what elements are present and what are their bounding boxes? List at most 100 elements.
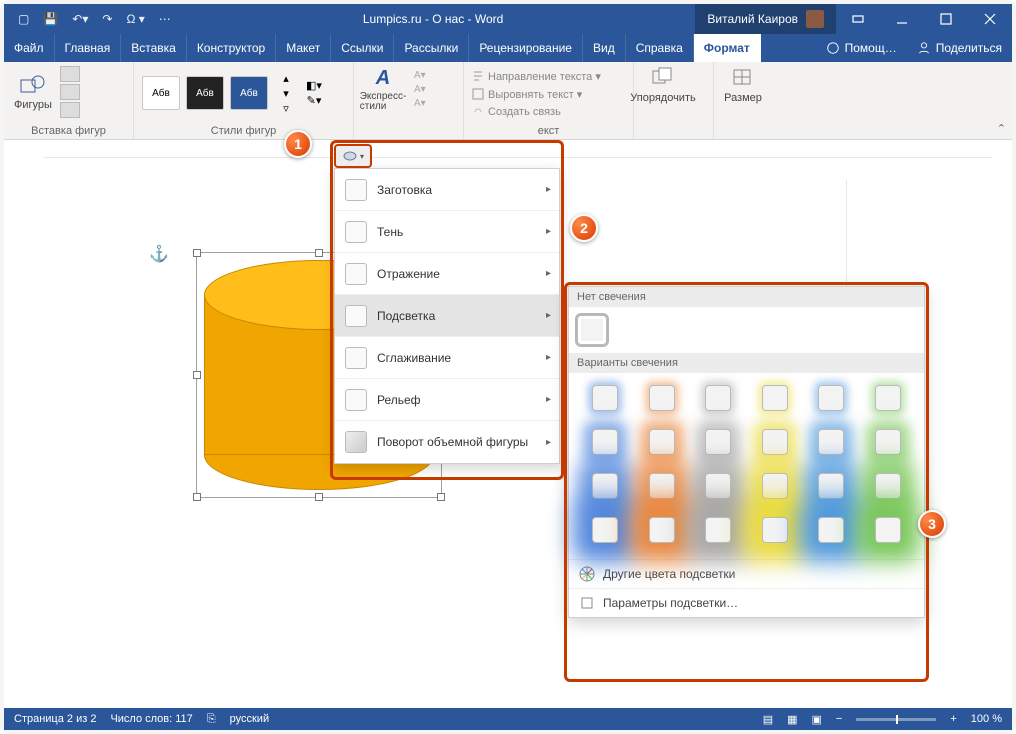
glow-swatch[interactable]: [592, 385, 618, 411]
redo-icon[interactable]: ↷: [102, 12, 112, 26]
glow-swatch[interactable]: [705, 385, 731, 411]
style-more-icon[interactable]: ▿: [278, 102, 294, 114]
no-glow-header: Нет свечения: [569, 287, 924, 307]
shape-effects-button[interactable]: ▾: [334, 144, 372, 168]
glow-swatch[interactable]: [818, 429, 844, 455]
tell-me[interactable]: Помощ…: [816, 34, 907, 62]
glow-swatch[interactable]: [762, 473, 788, 499]
style-scroll-down-icon[interactable]: ▾: [278, 87, 294, 99]
tab-home[interactable]: Главная: [55, 34, 122, 62]
glow-swatch[interactable]: [649, 385, 675, 411]
tab-help[interactable]: Справка: [626, 34, 694, 62]
glow-swatch[interactable]: [762, 429, 788, 455]
edit-shape-stack[interactable]: [60, 66, 80, 118]
menu-3d-rotation[interactable]: Поворот объемной фигуры▸: [335, 421, 559, 463]
menubar: Файл Главная Вставка Конструктор Макет С…: [4, 34, 1012, 62]
arrange-button[interactable]: Упорядочить: [642, 66, 684, 104]
status-words[interactable]: Число слов: 117: [110, 713, 192, 725]
group-label-text: екст: [472, 123, 625, 137]
no-glow-swatch[interactable]: [577, 315, 607, 345]
omega-icon[interactable]: Ω ▾: [126, 12, 144, 26]
glow-swatch[interactable]: [875, 429, 901, 455]
menu-glow[interactable]: Подсветка▸: [335, 295, 559, 337]
glow-swatch[interactable]: [818, 517, 844, 543]
tab-references[interactable]: Ссылки: [331, 34, 394, 62]
save-icon[interactable]: 💾: [43, 12, 58, 26]
more-glow-colors[interactable]: Другие цвета подсветки: [569, 559, 924, 588]
shape-style-2[interactable]: Абв: [186, 76, 224, 110]
ribbon-mode-icon[interactable]: [836, 4, 880, 34]
glow-swatch[interactable]: [649, 429, 675, 455]
glow-swatch[interactable]: [818, 473, 844, 499]
menu-shadow[interactable]: Тень▸: [335, 211, 559, 253]
proofing-icon[interactable]: ⎘: [207, 713, 216, 726]
glow-swatch[interactable]: [649, 473, 675, 499]
close-icon[interactable]: [968, 4, 1012, 34]
tab-mailings[interactable]: Рассылки: [394, 34, 469, 62]
wordart-styles-button[interactable]: A Экспресс-стили: [362, 66, 404, 112]
menu-soft-edges[interactable]: Сглаживание▸: [335, 337, 559, 379]
text-outline-icon[interactable]: A▾: [414, 84, 426, 95]
view-read-icon[interactable]: ▤: [763, 713, 773, 726]
glow-swatch[interactable]: [875, 517, 901, 543]
statusbar: Страница 2 из 2 Число слов: 117 ⎘ русски…: [4, 708, 1012, 730]
glow-swatch[interactable]: [875, 385, 901, 411]
zoom-in-icon[interactable]: +: [950, 713, 956, 725]
menu-bevel[interactable]: Рельеф▸: [335, 379, 559, 421]
create-link-button[interactable]: Создать связь: [472, 104, 625, 120]
tab-view[interactable]: Вид: [583, 34, 626, 62]
group-label-insert: Вставка фигур: [12, 123, 125, 137]
text-fill-icon[interactable]: A▾: [414, 70, 426, 81]
shape-fill-icon[interactable]: ◧▾: [306, 80, 322, 92]
glow-swatch[interactable]: [649, 517, 675, 543]
glow-swatch[interactable]: [818, 385, 844, 411]
glow-swatch[interactable]: [762, 385, 788, 411]
align-text-button[interactable]: Выровнять текст ▾: [472, 86, 625, 102]
glow-options[interactable]: Параметры подсветки…: [569, 588, 924, 617]
text-direction-button[interactable]: Направление текста ▾: [472, 68, 625, 84]
autosave-icon[interactable]: ▢: [18, 12, 29, 26]
ruler[interactable]: [44, 140, 992, 158]
shape-style-1[interactable]: Абв: [142, 76, 180, 110]
zoom-value[interactable]: 100 %: [971, 713, 1002, 725]
step-badge-3: 3: [918, 510, 946, 538]
shape-outline-icon[interactable]: ✎▾: [306, 95, 322, 107]
tab-file[interactable]: Файл: [4, 34, 55, 62]
view-print-icon[interactable]: ▦: [787, 713, 797, 726]
glow-swatch[interactable]: [705, 429, 731, 455]
glow-swatch[interactable]: [705, 473, 731, 499]
collapse-ribbon-icon[interactable]: ⌃: [997, 122, 1006, 135]
status-language[interactable]: русский: [230, 713, 269, 725]
share-button[interactable]: Поделиться: [907, 34, 1012, 62]
qat-more-icon[interactable]: ⋯: [159, 12, 171, 26]
status-page[interactable]: Страница 2 из 2: [14, 713, 96, 725]
minimize-icon[interactable]: [880, 4, 924, 34]
glow-swatch[interactable]: [705, 517, 731, 543]
glow-swatch[interactable]: [592, 517, 618, 543]
glow-swatch[interactable]: [592, 473, 618, 499]
tab-insert[interactable]: Вставка: [121, 34, 187, 62]
view-web-icon[interactable]: ▣: [812, 713, 822, 726]
zoom-out-icon[interactable]: −: [836, 713, 842, 725]
menu-preset[interactable]: Заготовка▸: [335, 169, 559, 211]
tab-format[interactable]: Формат: [694, 34, 761, 62]
anchor-icon: ⚓: [149, 244, 169, 264]
tab-review[interactable]: Рецензирование: [469, 34, 583, 62]
glow-swatch[interactable]: [592, 429, 618, 455]
tab-layout[interactable]: Макет: [276, 34, 331, 62]
undo-icon[interactable]: ↶▾: [72, 12, 88, 26]
shapes-button[interactable]: Фигуры: [12, 73, 54, 111]
size-button[interactable]: Размер: [722, 66, 764, 104]
zoom-slider[interactable]: [856, 718, 936, 721]
style-scroll-up-icon[interactable]: ▴: [278, 72, 294, 84]
glow-swatch[interactable]: [875, 473, 901, 499]
shape-style-3[interactable]: Абв: [230, 76, 268, 110]
maximize-icon[interactable]: [924, 4, 968, 34]
glow-swatch[interactable]: [762, 517, 788, 543]
glow-variants-header: Варианты свечения: [569, 353, 924, 373]
text-effects-icon[interactable]: A▾: [414, 98, 426, 109]
ribbon: Фигуры Вставка фигур Абв Абв Абв ▴ ▾ ▿ ◧…: [4, 62, 1012, 140]
menu-reflection[interactable]: Отражение▸: [335, 253, 559, 295]
user-account[interactable]: Виталий Каиров: [695, 4, 836, 34]
tab-design[interactable]: Конструктор: [187, 34, 276, 62]
